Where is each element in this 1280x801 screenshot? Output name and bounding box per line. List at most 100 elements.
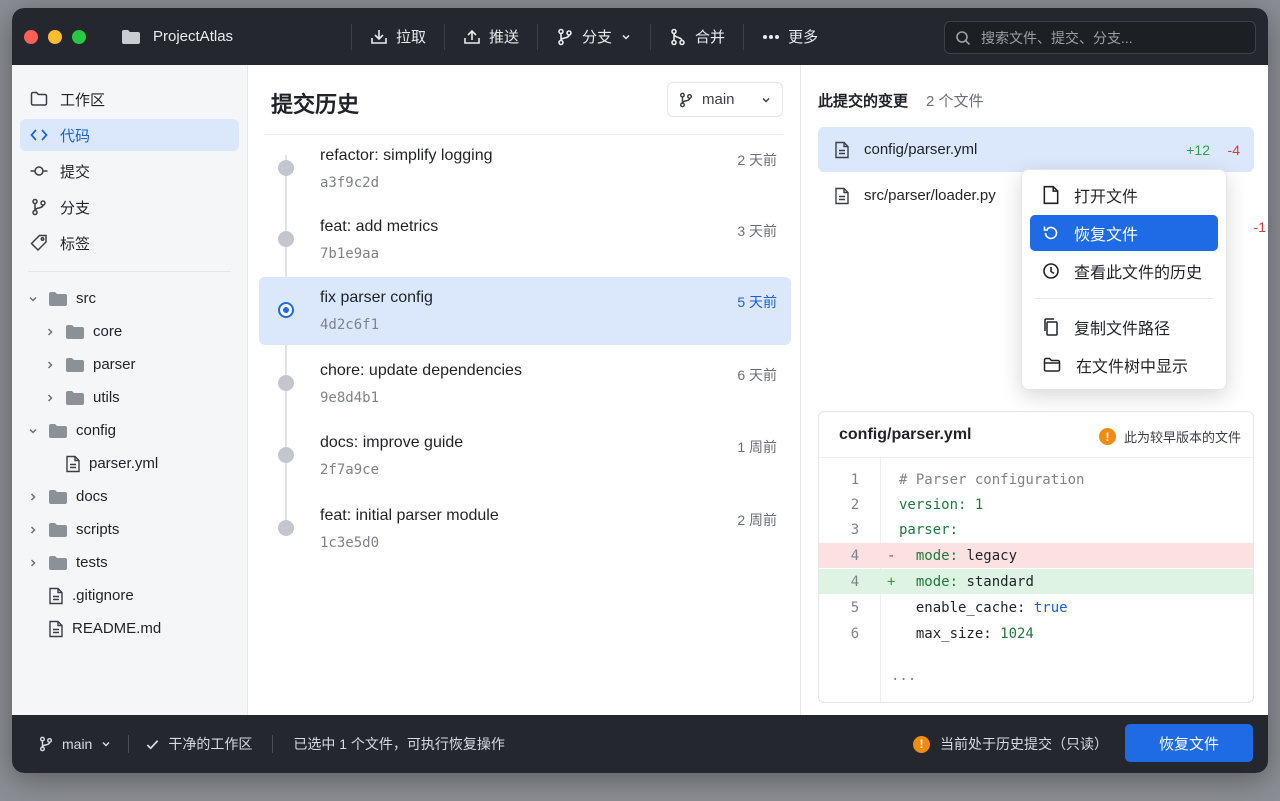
project-selector[interactable]: ProjectAtlas: [121, 28, 301, 45]
commit-time: 2 天前: [737, 152, 777, 168]
minimize-window-button[interactable]: [48, 29, 62, 44]
search-box[interactable]: [944, 21, 1256, 54]
menu-item-open-file[interactable]: 打开文件: [1030, 177, 1218, 213]
menu-item-restore-file[interactable]: 恢复文件: [1030, 215, 1218, 251]
tree-folder-core[interactable]: core: [12, 315, 247, 348]
folder-icon: [65, 390, 85, 406]
status-clean-text: 干净的工作区: [168, 736, 253, 752]
file-icon: [1042, 185, 1060, 205]
maximize-window-button[interactable]: [72, 29, 86, 44]
line-number: 1: [850, 471, 860, 488]
tree-folder-parser[interactable]: parser: [12, 348, 247, 381]
chevron-down-icon[interactable]: [26, 293, 40, 305]
sidebar-item-code[interactable]: 代码: [20, 119, 239, 151]
folder-icon: [65, 357, 85, 373]
search-icon: [955, 30, 971, 46]
file-viewer-name: config/parser.yml: [839, 425, 972, 443]
chevron-right-icon[interactable]: [43, 326, 57, 338]
download-icon: [370, 28, 388, 46]
menu-item-copy-path[interactable]: 复制文件路径: [1030, 309, 1218, 345]
tree-folder-scripts[interactable]: scripts: [12, 513, 247, 546]
line-number: 3: [850, 521, 860, 538]
status-branch-name: main: [62, 736, 93, 752]
commit-row-selected[interactable]: fix parser config 4d2c6f1 5 天前: [259, 277, 791, 345]
merge-icon: [669, 28, 687, 46]
menu-item-file-history[interactable]: 查看此文件的历史: [1030, 253, 1218, 289]
code-key: mode:: [899, 573, 959, 590]
commit-message: refactor: simplify logging: [320, 147, 493, 164]
more-button[interactable]: 更多: [744, 8, 836, 65]
commit-row[interactable]: feat: add metrics 7b1e9aa 3 天前: [259, 206, 791, 274]
sidebar-item-workspace[interactable]: 工作区: [20, 83, 239, 115]
search-input[interactable]: [981, 29, 1231, 46]
push-button[interactable]: 推送: [445, 8, 537, 65]
status-selection-text: 已选中 1 个文件，可执行恢复操作: [293, 736, 505, 752]
folder-icon: [48, 423, 68, 439]
commit-row[interactable]: feat: initial parser module 1c3e5d0 2 周前: [259, 495, 791, 563]
tree-folder-src[interactable]: src: [12, 282, 247, 315]
code-key: version:: [899, 496, 967, 513]
chevron-right-icon[interactable]: [26, 524, 40, 536]
chevron-down-icon[interactable]: [26, 425, 40, 437]
warning-icon: !: [1098, 428, 1116, 445]
status-divider: [128, 735, 130, 753]
code-ellipsis: ...: [891, 667, 917, 684]
sidebar-item-label: 代码: [60, 127, 91, 145]
commit-row[interactable]: docs: improve guide 2f7a9ce 1 周前: [259, 422, 791, 490]
code-key: enable_cache:: [899, 599, 1026, 616]
chevron-right-icon[interactable]: [26, 491, 40, 503]
folder-icon: [48, 522, 68, 538]
close-window-button[interactable]: [24, 29, 38, 44]
commit-row[interactable]: refactor: simplify logging a3f9c2d 2 天前: [259, 135, 791, 203]
old-version-notice: ! 此为较早版本的文件: [1098, 427, 1241, 446]
folder-icon: [1042, 357, 1062, 373]
tree-item-label: core: [93, 323, 123, 340]
line-number: 6: [850, 625, 860, 642]
tree-item-label: scripts: [76, 521, 120, 538]
tag-icon: [30, 234, 48, 252]
chevron-right-icon[interactable]: [43, 392, 57, 404]
sidebar-item-commits[interactable]: 提交: [20, 155, 239, 187]
old-version-text: 此为较早版本的文件: [1123, 430, 1241, 445]
branch-menu-button[interactable]: 分支: [538, 8, 650, 65]
tree-item-label: README.md: [72, 620, 162, 637]
diff-marker: +: [887, 573, 896, 590]
code-line-added: 4 + mode: standard: [819, 569, 1253, 594]
commit-hash: a3f9c2d: [320, 175, 380, 191]
tree-folder-config[interactable]: config: [12, 414, 247, 447]
sidebar-item-tags[interactable]: 标签: [20, 227, 239, 259]
tree-item-label: utils: [93, 389, 120, 406]
lines-removed: -4: [1227, 141, 1240, 158]
copy-icon: [1042, 317, 1060, 337]
tree-file-parser-yml[interactable]: parser.yml: [12, 447, 247, 480]
file-icon: [834, 141, 850, 159]
sidebar-divider: [28, 271, 231, 272]
chevron-right-icon[interactable]: [43, 359, 57, 371]
restore-file-button[interactable]: 恢复文件: [1125, 724, 1253, 762]
commit-history-pane: 提交历史 main refactor: simplify logging a3f…: [248, 65, 801, 715]
tree-file-readme[interactable]: README.md: [12, 612, 247, 645]
tree-folder-tests[interactable]: tests: [12, 546, 247, 579]
commit-time: 6 天前: [737, 367, 777, 383]
tree-folder-utils[interactable]: utils: [12, 381, 247, 414]
chevron-right-icon[interactable]: [26, 557, 40, 569]
branch-label: 分支: [582, 29, 613, 46]
code-value: standard: [958, 573, 1034, 590]
merge-button[interactable]: 合并: [651, 8, 743, 65]
tree-folder-docs[interactable]: docs: [12, 480, 247, 513]
branch-select[interactable]: main: [667, 82, 783, 117]
commit-dot: [278, 375, 294, 391]
changed-file-row-selected[interactable]: config/parser.yml +12 -4: [818, 127, 1254, 172]
pull-button[interactable]: 拉取: [352, 8, 444, 65]
commit-message: feat: initial parser module: [320, 507, 499, 524]
status-branch[interactable]: main: [38, 736, 112, 752]
folder-icon: [30, 91, 48, 107]
commit-time: 5 天前: [737, 294, 777, 310]
commit-row[interactable]: chore: update dependencies 9e8d4b1 6 天前: [259, 350, 791, 418]
tree-file-gitignore[interactable]: .gitignore: [12, 579, 247, 612]
undo-icon: [1042, 224, 1060, 242]
sidebar-nav: 工作区 代码 提交 分支 标签: [12, 65, 247, 259]
commit-hash: 7b1e9aa: [320, 246, 380, 262]
sidebar-item-branches[interactable]: 分支: [20, 191, 239, 223]
menu-item-reveal-in-tree[interactable]: 在文件树中显示: [1030, 347, 1218, 383]
